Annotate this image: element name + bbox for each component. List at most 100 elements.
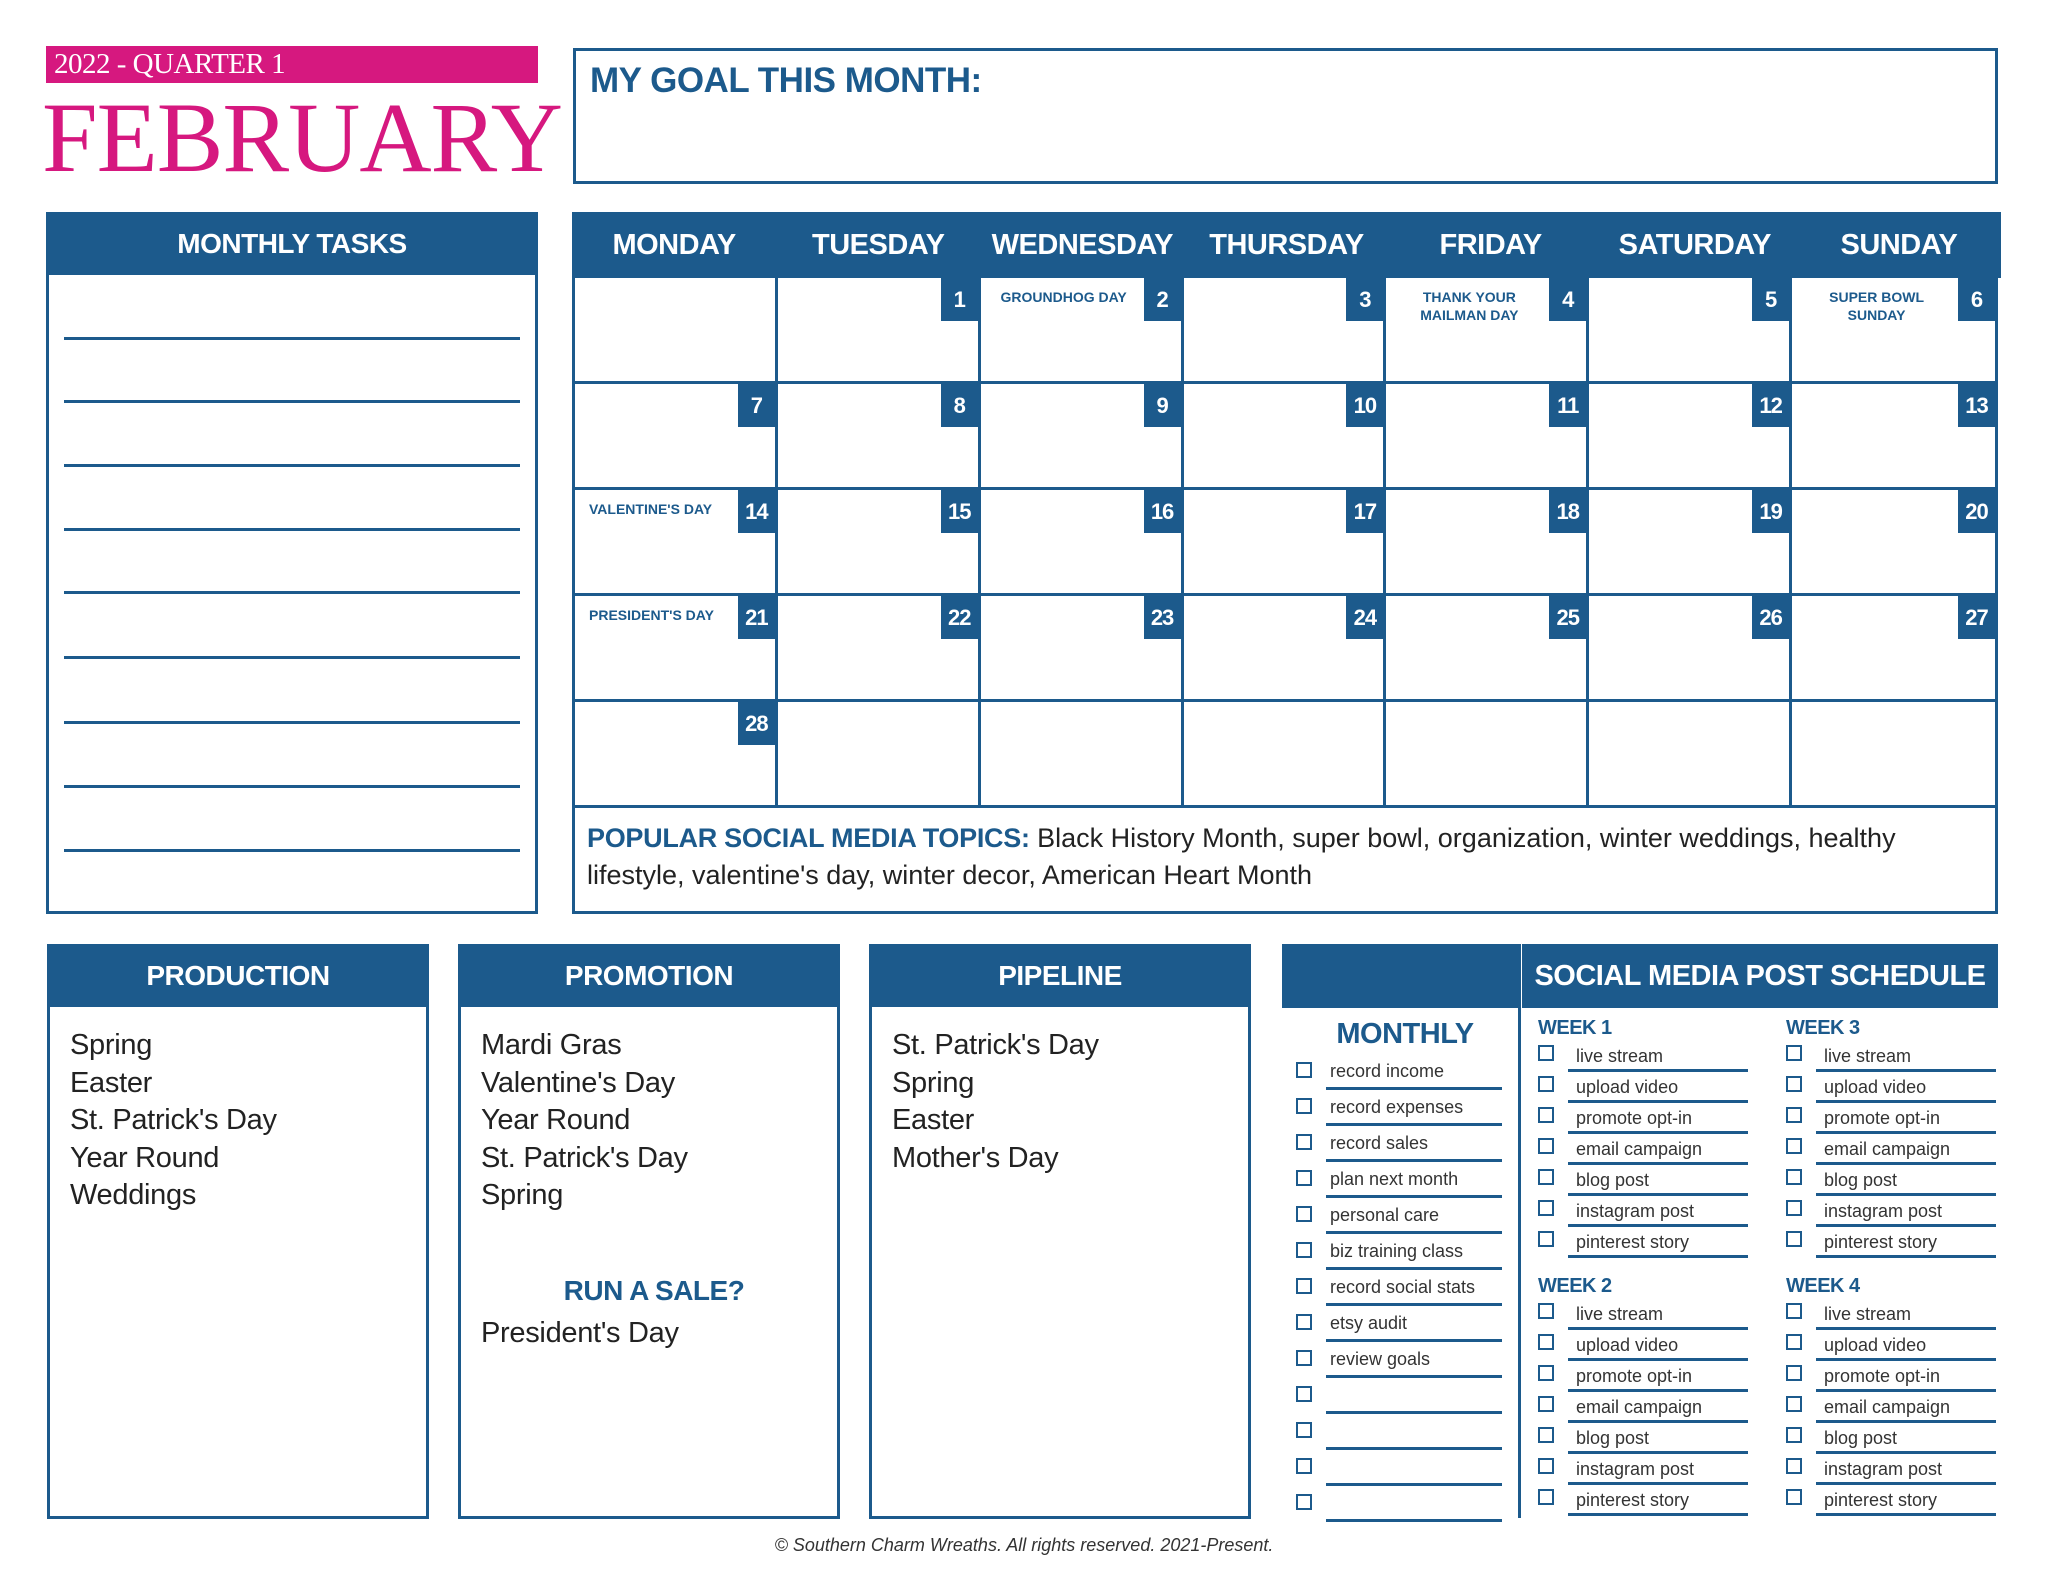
- checkbox-icon[interactable]: [1538, 1169, 1554, 1185]
- calendar-day-13[interactable]: 13: [1792, 384, 1995, 490]
- calendar-day-6[interactable]: 6 SUPER BOWL SUNDAY: [1792, 278, 1995, 384]
- checklist-text[interactable]: [1326, 1416, 1502, 1450]
- checkbox-icon[interactable]: [1538, 1427, 1554, 1443]
- checkbox-icon[interactable]: [1296, 1494, 1312, 1510]
- checkbox-icon[interactable]: [1538, 1045, 1554, 1061]
- checkbox-icon[interactable]: [1786, 1365, 1802, 1381]
- checkbox-icon[interactable]: [1538, 1200, 1554, 1216]
- checklist-text: etsy audit: [1326, 1308, 1502, 1342]
- calendar-day-23[interactable]: 23: [980, 596, 1184, 702]
- calendar-day-16[interactable]: 16: [980, 490, 1184, 596]
- calendar-day-15[interactable]: 15: [777, 490, 981, 596]
- checkbox-icon[interactable]: [1296, 1422, 1312, 1438]
- checklist-text[interactable]: [1326, 1380, 1502, 1414]
- calendar-day-4[interactable]: 4 THANK YOUR MAILMAN DAY: [1386, 278, 1590, 384]
- checkbox-icon[interactable]: [1296, 1314, 1312, 1330]
- calendar-day-18[interactable]: 18: [1386, 490, 1590, 596]
- task-write-line[interactable]: [64, 849, 520, 852]
- checkbox-icon[interactable]: [1786, 1107, 1802, 1123]
- promotion-panel: PROMOTION Mardi Gras Valentine's Day Year …: [458, 944, 840, 1519]
- checkbox-icon[interactable]: [1538, 1303, 1554, 1319]
- calendar-day-11[interactable]: 11: [1386, 384, 1590, 490]
- checkbox-icon[interactable]: [1538, 1138, 1554, 1154]
- task-write-line[interactable]: [64, 400, 520, 403]
- checkbox-icon[interactable]: [1786, 1427, 1802, 1443]
- calendar-day-12[interactable]: 12: [1589, 384, 1793, 490]
- checkbox-icon[interactable]: [1296, 1098, 1312, 1114]
- calendar-empty-cell[interactable]: [575, 278, 778, 384]
- task-write-line[interactable]: [64, 785, 520, 788]
- checkbox-icon[interactable]: [1786, 1138, 1802, 1154]
- checklist-text: record social stats: [1326, 1272, 1502, 1306]
- calendar-empty-cell[interactable]: [1386, 702, 1590, 808]
- calendar-day-24[interactable]: 24: [1183, 596, 1387, 702]
- calendar-day-28[interactable]: 28: [575, 702, 778, 808]
- calendar-day-21[interactable]: 21 PRESIDENT'S DAY: [575, 596, 778, 702]
- calendar-empty-cell[interactable]: [1792, 702, 1995, 808]
- checkbox-icon[interactable]: [1786, 1045, 1802, 1061]
- checkbox-icon[interactable]: [1538, 1231, 1554, 1247]
- checkbox-icon[interactable]: [1538, 1076, 1554, 1092]
- checklist-text[interactable]: [1326, 1452, 1502, 1486]
- task-write-line[interactable]: [64, 464, 520, 467]
- checkbox-icon[interactable]: [1538, 1458, 1554, 1474]
- calendar-day-5[interactable]: 5: [1589, 278, 1793, 384]
- calendar-day-20[interactable]: 20: [1792, 490, 1995, 596]
- task-write-line[interactable]: [64, 528, 520, 531]
- checkbox-icon[interactable]: [1786, 1303, 1802, 1319]
- sale-item: President's Day: [481, 1316, 679, 1349]
- calendar-day-25[interactable]: 25: [1386, 596, 1590, 702]
- calendar-day-19[interactable]: 19: [1589, 490, 1793, 596]
- calendar-day-14[interactable]: 14 VALENTINE'S DAY: [575, 490, 778, 596]
- calendar-empty-cell[interactable]: [1183, 702, 1387, 808]
- goal-box[interactable]: MY GOAL THIS MONTH:: [573, 48, 1998, 184]
- pipeline-item-list: St. Patrick's Day Spring Easter Mother's Da…: [872, 1007, 1248, 1177]
- week-title: WEEK 3: [1786, 1017, 1860, 1039]
- calendar-empty-cell[interactable]: [980, 702, 1184, 808]
- checkbox-icon[interactable]: [1786, 1396, 1802, 1412]
- calendar-day-22[interactable]: 22: [777, 596, 981, 702]
- promotion-item-list: Mardi Gras Valentine's Day Year Round St. P…: [461, 1007, 837, 1215]
- calendar-empty-cell[interactable]: [777, 702, 981, 808]
- calendar-day-7[interactable]: 7: [575, 384, 778, 490]
- calendar-day-3[interactable]: 3: [1183, 278, 1387, 384]
- checkbox-icon[interactable]: [1786, 1231, 1802, 1247]
- checkbox-icon[interactable]: [1296, 1386, 1312, 1402]
- checkbox-icon[interactable]: [1538, 1107, 1554, 1123]
- checklist-text[interactable]: [1326, 1488, 1502, 1522]
- month-title: FEBRUARY: [42, 82, 563, 193]
- task-write-line[interactable]: [64, 721, 520, 724]
- checkbox-icon[interactable]: [1538, 1489, 1554, 1505]
- calendar-day-2[interactable]: 2 GROUNDHOG DAY: [980, 278, 1184, 384]
- day-number-badge: 6: [1958, 278, 1995, 321]
- checkbox-icon[interactable]: [1538, 1365, 1554, 1381]
- checkbox-icon[interactable]: [1786, 1200, 1802, 1216]
- task-write-line[interactable]: [64, 591, 520, 594]
- checkbox-icon[interactable]: [1296, 1242, 1312, 1258]
- calendar-day-8[interactable]: 8: [777, 384, 981, 490]
- checkbox-icon[interactable]: [1296, 1206, 1312, 1222]
- task-write-line[interactable]: [64, 337, 520, 340]
- checkbox-icon[interactable]: [1786, 1169, 1802, 1185]
- calendar-day-26[interactable]: 26: [1589, 596, 1793, 702]
- checkbox-icon[interactable]: [1296, 1134, 1312, 1150]
- calendar-empty-cell[interactable]: [1589, 702, 1793, 808]
- checkbox-icon[interactable]: [1538, 1334, 1554, 1350]
- checkbox-icon[interactable]: [1296, 1278, 1312, 1294]
- checkbox-icon[interactable]: [1296, 1350, 1312, 1366]
- checkbox-icon[interactable]: [1786, 1334, 1802, 1350]
- checkbox-icon[interactable]: [1786, 1489, 1802, 1505]
- checkbox-icon[interactable]: [1296, 1170, 1312, 1186]
- checkbox-icon[interactable]: [1296, 1458, 1312, 1474]
- checkbox-icon[interactable]: [1538, 1396, 1554, 1412]
- task-write-line[interactable]: [64, 656, 520, 659]
- calendar-day-17[interactable]: 17: [1183, 490, 1387, 596]
- checkbox-icon[interactable]: [1786, 1458, 1802, 1474]
- checkbox-icon[interactable]: [1296, 1062, 1312, 1078]
- monthly-checklist-item: [1282, 1416, 1518, 1452]
- calendar-day-9[interactable]: 9: [980, 384, 1184, 490]
- calendar-day-10[interactable]: 10: [1183, 384, 1387, 490]
- calendar-day-27[interactable]: 27: [1792, 596, 1995, 702]
- checkbox-icon[interactable]: [1786, 1076, 1802, 1092]
- calendar-day-1[interactable]: 1: [777, 278, 981, 384]
